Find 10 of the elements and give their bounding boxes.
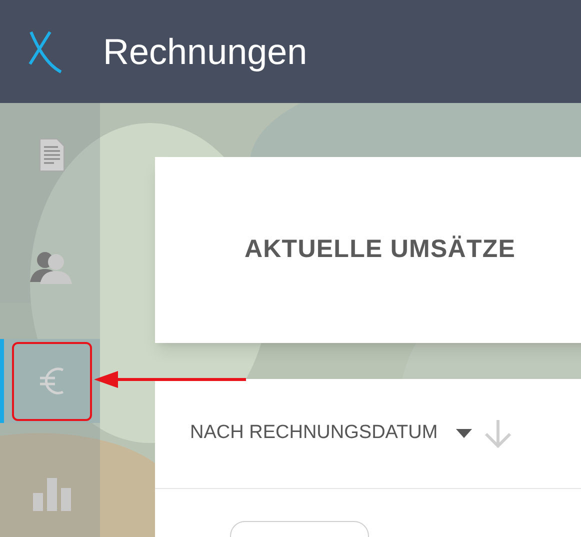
document-icon xyxy=(39,138,65,172)
euro-icon xyxy=(39,366,65,396)
sort-dropdown[interactable]: NACH RECHNUNGSDATUM xyxy=(190,419,472,448)
bar-chart-icon xyxy=(32,477,72,511)
page-title: Rechnungen xyxy=(103,30,308,74)
sidebar-item[interactable] xyxy=(0,339,100,423)
logo-icon xyxy=(28,30,64,74)
sort-arrow-icon[interactable] xyxy=(484,418,512,448)
caret-icon xyxy=(456,429,472,438)
card-title: AKTUELLE UMSÄTZE xyxy=(244,234,516,266)
